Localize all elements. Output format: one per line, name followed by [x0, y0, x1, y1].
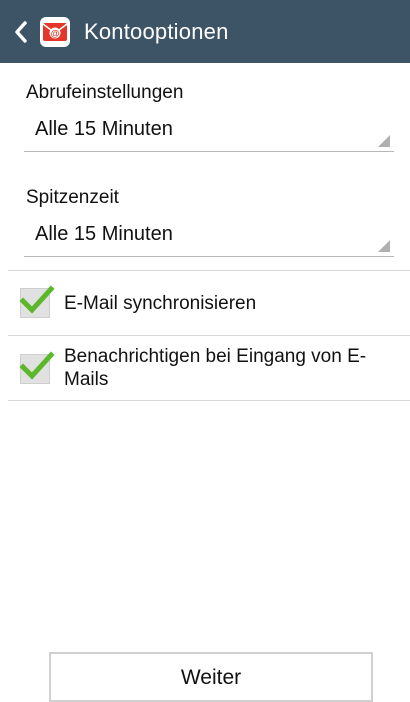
dropdown-triangle-icon [378, 240, 390, 252]
svg-text:@: @ [51, 28, 60, 38]
sync-email-checkbox[interactable] [19, 285, 55, 318]
notify-label: Benachrichtigen bei Eingang von E- Mails [64, 345, 366, 391]
notify-option[interactable]: Benachrichtigen bei Eingang von E- Mails [0, 336, 410, 400]
peak-time-value: Alle 15 Minuten [35, 223, 173, 245]
sync-email-label: E-Mail synchronisieren [64, 293, 257, 314]
divider [8, 400, 410, 401]
checkmark-icon [19, 351, 55, 380]
peak-time-label: Spitzenzeit [26, 187, 119, 208]
notify-label-line1: Benachrichtigen bei Eingang von E- [64, 346, 367, 367]
page-title: Kontooptionen [84, 18, 229, 44]
email-app-icon[interactable]: @ [40, 16, 70, 47]
next-button[interactable]: Weiter [49, 652, 373, 702]
sync-settings-label: Abrufeinstellungen [26, 82, 184, 103]
action-bar: @ Kontooptionen [0, 0, 410, 63]
sync-email-option[interactable]: E-Mail synchronisieren [0, 271, 410, 335]
chevron-left-icon[interactable] [6, 0, 36, 63]
peak-time-dropdown[interactable]: Alle 15 Minuten [24, 217, 394, 257]
checkmark-icon [19, 285, 55, 314]
dropdown-triangle-icon [378, 135, 390, 147]
sync-settings-value: Alle 15 Minuten [35, 118, 173, 140]
notify-label-line2: Mails [64, 369, 109, 390]
notify-checkbox[interactable] [19, 351, 55, 384]
sync-settings-dropdown[interactable]: Alle 15 Minuten [24, 112, 394, 152]
